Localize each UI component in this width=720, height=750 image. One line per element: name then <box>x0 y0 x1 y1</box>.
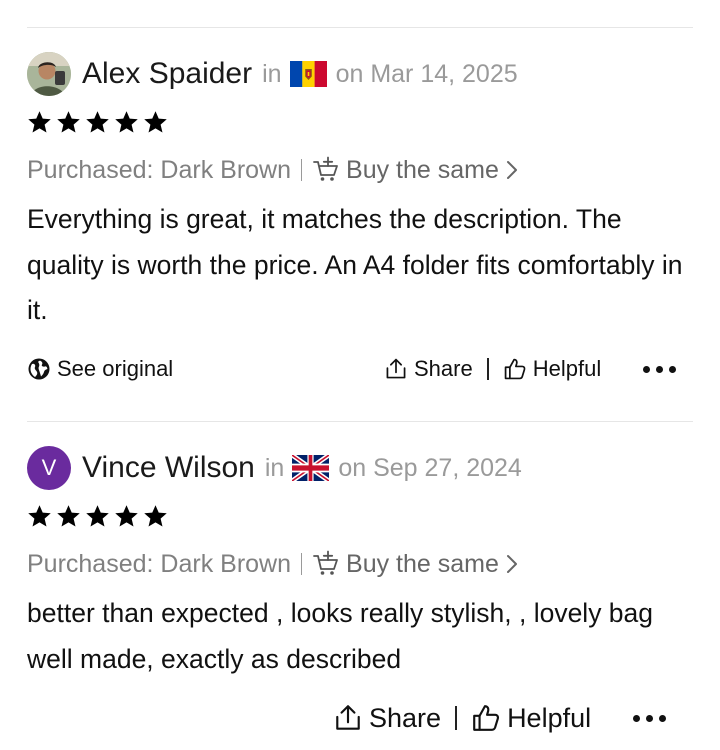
review-text: Everything is great, it matches the desc… <box>27 204 683 325</box>
helpful-button[interactable]: Helpful <box>503 356 601 382</box>
buy-same-link[interactable]: Buy the same <box>312 550 519 579</box>
buy-same-label: Buy the same <box>346 155 499 184</box>
star-icon <box>143 110 168 135</box>
star-icon <box>56 110 81 135</box>
avatar-initial: V <box>41 455 57 480</box>
add-to-cart-icon <box>312 156 340 184</box>
share-label: Share <box>369 702 442 733</box>
share-helpful-group: Share Helpful <box>384 352 677 386</box>
reviewer-name: Vince Wilson <box>82 451 255 484</box>
review-header: V Vince Wilson in on Sep 27, 2024 <box>27 445 522 491</box>
share-label: Share <box>414 356 473 381</box>
star-rating <box>27 504 168 529</box>
star-icon <box>27 504 52 529</box>
review-card: Alex Spaider in on Mar 14, 2025 Purchase… <box>27 51 693 399</box>
separator <box>301 159 303 181</box>
avatar[interactable] <box>27 52 71 96</box>
review-actions: See original Share Helpful <box>27 352 693 386</box>
star-icon <box>114 110 139 135</box>
reviewer-name: Alex Spaider <box>82 57 253 90</box>
separator <box>486 358 489 380</box>
star-icon <box>143 504 168 529</box>
uk-flag-icon <box>292 455 330 481</box>
share-button[interactable]: Share <box>333 703 441 734</box>
divider-top <box>27 27 693 28</box>
thumbs-up-icon <box>503 357 527 381</box>
purchased-variant: Purchased: Dark Brown <box>27 549 292 578</box>
share-button[interactable]: Share <box>384 356 473 382</box>
chevron-right-icon <box>505 160 519 180</box>
helpful-label: Helpful <box>532 356 602 381</box>
share-icon <box>384 357 408 381</box>
thumbs-up-icon <box>471 703 501 733</box>
star-rating <box>27 110 168 135</box>
more-options-icon[interactable] <box>633 714 667 722</box>
separator <box>301 553 303 575</box>
add-to-cart-icon <box>312 550 340 578</box>
purchase-info: Purchased: Dark Brown Buy the same <box>27 153 519 187</box>
purchased-variant: Purchased: Dark Brown <box>27 155 292 184</box>
more-options-icon[interactable] <box>643 365 677 373</box>
star-icon <box>85 110 110 135</box>
share-helpful-group: Share Helpful <box>333 701 667 735</box>
share-icon <box>333 703 363 733</box>
star-icon <box>85 504 110 529</box>
country-prefix: in <box>264 453 285 482</box>
review-date: on Mar 14, 2025 <box>335 59 518 88</box>
review-date: on Sep 27, 2024 <box>338 453 522 482</box>
globe-icon <box>28 358 50 380</box>
avatar[interactable]: V <box>27 446 71 490</box>
star-icon <box>27 110 52 135</box>
review-text: better than expected , looks really styl… <box>27 598 654 674</box>
see-original-label: See original <box>57 356 174 381</box>
country-prefix: in <box>262 59 282 88</box>
star-icon <box>56 504 81 529</box>
chevron-right-icon <box>505 554 519 574</box>
separator <box>455 706 458 730</box>
buy-same-label: Buy the same <box>346 549 499 578</box>
helpful-label: Helpful <box>507 702 592 733</box>
star-icon <box>114 504 139 529</box>
review-card: V Vince Wilson in on Sep 27, 2024 Purcha… <box>27 445 693 745</box>
moldova-flag-icon <box>289 61 327 87</box>
helpful-button[interactable]: Helpful <box>471 703 591 734</box>
see-original-button[interactable]: See original <box>27 352 173 386</box>
review-actions: Share Helpful <box>27 701 693 735</box>
divider-middle <box>27 421 693 422</box>
review-header: Alex Spaider in on Mar 14, 2025 <box>27 51 518 97</box>
buy-same-link[interactable]: Buy the same <box>312 156 519 185</box>
purchase-info: Purchased: Dark Brown Buy the same <box>27 547 519 581</box>
